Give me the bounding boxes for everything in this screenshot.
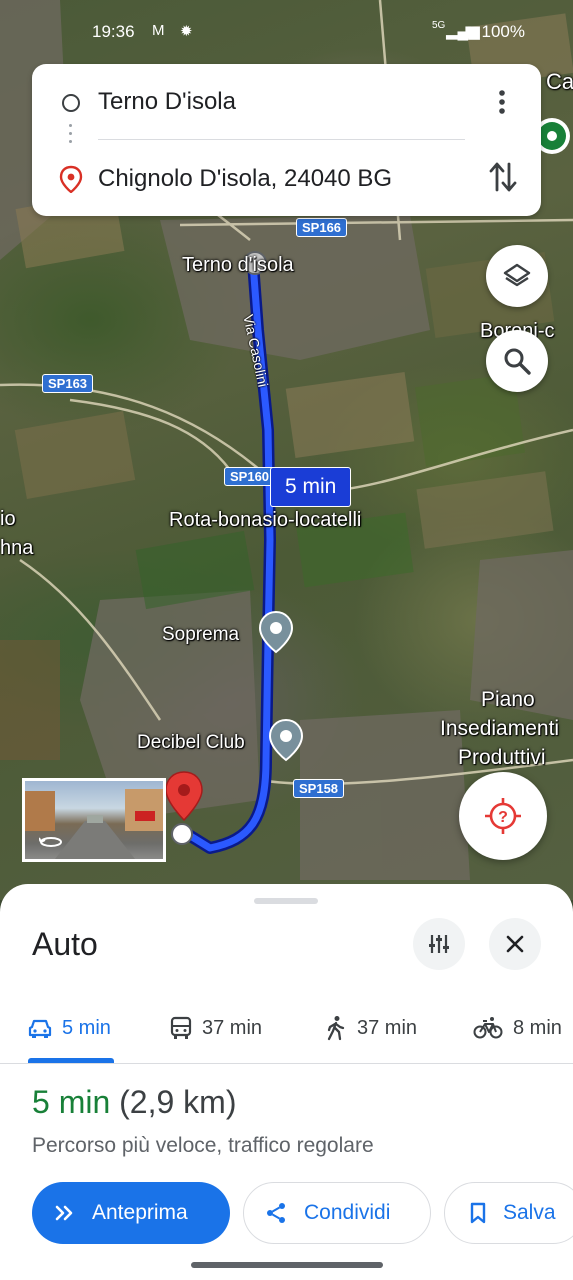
sheet-drag-handle[interactable] bbox=[254, 898, 318, 904]
poi-pin-icon[interactable] bbox=[258, 610, 294, 654]
car-icon bbox=[28, 1019, 52, 1038]
close-icon bbox=[506, 935, 524, 953]
route-options-button[interactable] bbox=[413, 918, 465, 970]
more-options-icon[interactable] bbox=[490, 88, 514, 116]
settings-icon: ✹ bbox=[180, 23, 193, 40]
share-icon bbox=[267, 1203, 285, 1223]
place-label-rota[interactable]: Rota-bonasio-locatelli bbox=[169, 509, 361, 532]
place-label-produttivi[interactable]: Produttivi bbox=[458, 746, 546, 770]
layers-button[interactable] bbox=[486, 245, 548, 307]
sheet-title: Auto bbox=[32, 926, 98, 962]
tabs-divider bbox=[0, 1063, 573, 1064]
poi-pin-icon[interactable] bbox=[268, 718, 304, 762]
close-button[interactable] bbox=[489, 918, 541, 970]
gmail-icon: M bbox=[152, 22, 165, 39]
origin-circle-icon bbox=[62, 94, 80, 112]
map-view[interactable]: 19:36 M ✹ 5G ▂▄▆ ▮ 100% Terno d'isola Ro… bbox=[0, 0, 573, 900]
layers-icon bbox=[503, 263, 531, 287]
route-distance: (2,9 km) bbox=[119, 1084, 237, 1120]
search-icon bbox=[504, 348, 531, 375]
status-bar: 19:36 M ✹ 5G ▂▄▆ ▮ 100% bbox=[0, 0, 573, 64]
search-along-route-button[interactable] bbox=[486, 330, 548, 392]
walking-icon bbox=[327, 1016, 345, 1041]
route-card-divider bbox=[98, 139, 465, 140]
tab-bike-label: 8 min bbox=[513, 1016, 562, 1039]
route-duration: 5 min bbox=[32, 1084, 111, 1120]
tab-walk[interactable]: 37 min bbox=[325, 1008, 417, 1048]
tab-walk-label: 37 min bbox=[357, 1016, 418, 1039]
place-label-cut-top-right[interactable]: Ca bbox=[546, 69, 573, 95]
road-shield-sp158: SP158 bbox=[293, 779, 345, 798]
place-label-insediamenti[interactable]: Insediamenti bbox=[440, 717, 559, 741]
bookmark-icon bbox=[470, 1202, 486, 1224]
road-shield-sp166: SP166 bbox=[296, 218, 348, 237]
share-button-label: Condividi bbox=[304, 1201, 391, 1224]
place-label-decibel-club[interactable]: Decibel Club bbox=[137, 732, 245, 754]
rotate-360-icon bbox=[39, 837, 62, 847]
tab-car-label: 5 min bbox=[62, 1016, 111, 1039]
place-label-soprema[interactable]: Soprema bbox=[162, 624, 239, 646]
tab-bike[interactable]: 8 min bbox=[473, 1008, 562, 1048]
destination-input[interactable]: Chignolo D'isola, 24040 BG bbox=[98, 165, 392, 193]
place-label-terno[interactable]: Terno d'isola bbox=[182, 254, 294, 277]
origin-input[interactable]: Terno D'isola bbox=[98, 88, 236, 116]
route-dots-icon bbox=[69, 124, 73, 148]
svg-text:?: ? bbox=[498, 809, 508, 826]
destination-pin-icon[interactable] bbox=[163, 770, 205, 850]
route-summary[interactable]: 5 min (2,9 km) bbox=[32, 1084, 236, 1121]
save-button[interactable]: Salva bbox=[444, 1182, 573, 1244]
bus-icon bbox=[170, 1016, 192, 1039]
tune-icon bbox=[429, 935, 449, 953]
street-view-thumbnail[interactable] bbox=[22, 778, 166, 862]
destination-marker-icon bbox=[59, 165, 83, 193]
place-label-cut-left-2[interactable]: hna bbox=[0, 537, 33, 560]
preview-button-label: Anteprima bbox=[92, 1201, 188, 1224]
road-shield-sp160: SP160 bbox=[224, 467, 276, 486]
swap-directions-icon[interactable] bbox=[488, 160, 518, 194]
tab-transit[interactable]: 37 min bbox=[170, 1008, 262, 1048]
bicycle-icon bbox=[473, 1017, 503, 1039]
tab-car[interactable]: 5 min bbox=[28, 1008, 111, 1048]
route-search-card: Terno D'isola Chignolo D'isola, 24040 BG bbox=[32, 64, 541, 216]
double-chevron-icon bbox=[55, 1205, 73, 1221]
place-label-piano[interactable]: Piano bbox=[481, 688, 535, 712]
status-time: 19:36 bbox=[92, 22, 135, 41]
route-eta-bubble[interactable]: 5 min bbox=[270, 467, 352, 507]
location-unknown-icon: ? bbox=[485, 798, 521, 834]
signal-icon: ▂▄▆ bbox=[446, 23, 480, 40]
travel-mode-tabs: 5 min 37 min 37 min 8 min bbox=[0, 994, 573, 1064]
preview-button[interactable]: Anteprima bbox=[32, 1182, 230, 1244]
battery-icon: ▮ bbox=[464, 23, 473, 40]
battery-level: 100% bbox=[481, 22, 525, 41]
system-nav-handle[interactable] bbox=[191, 1262, 383, 1268]
network-type: 5G bbox=[432, 20, 446, 31]
directions-bottom-sheet: Auto 5 min 37 min 37 min 8 min 5 min (2,… bbox=[0, 884, 573, 1280]
place-label-cut-left-1[interactable]: io bbox=[0, 508, 16, 531]
route-description: Percorso più veloce, traffico regolare bbox=[32, 1134, 374, 1157]
share-button[interactable]: Condividi bbox=[243, 1182, 431, 1244]
tab-transit-label: 37 min bbox=[202, 1016, 263, 1039]
road-shield-sp163: SP163 bbox=[42, 374, 94, 393]
my-location-button[interactable]: ? bbox=[459, 772, 547, 860]
save-button-label: Salva bbox=[503, 1201, 556, 1224]
